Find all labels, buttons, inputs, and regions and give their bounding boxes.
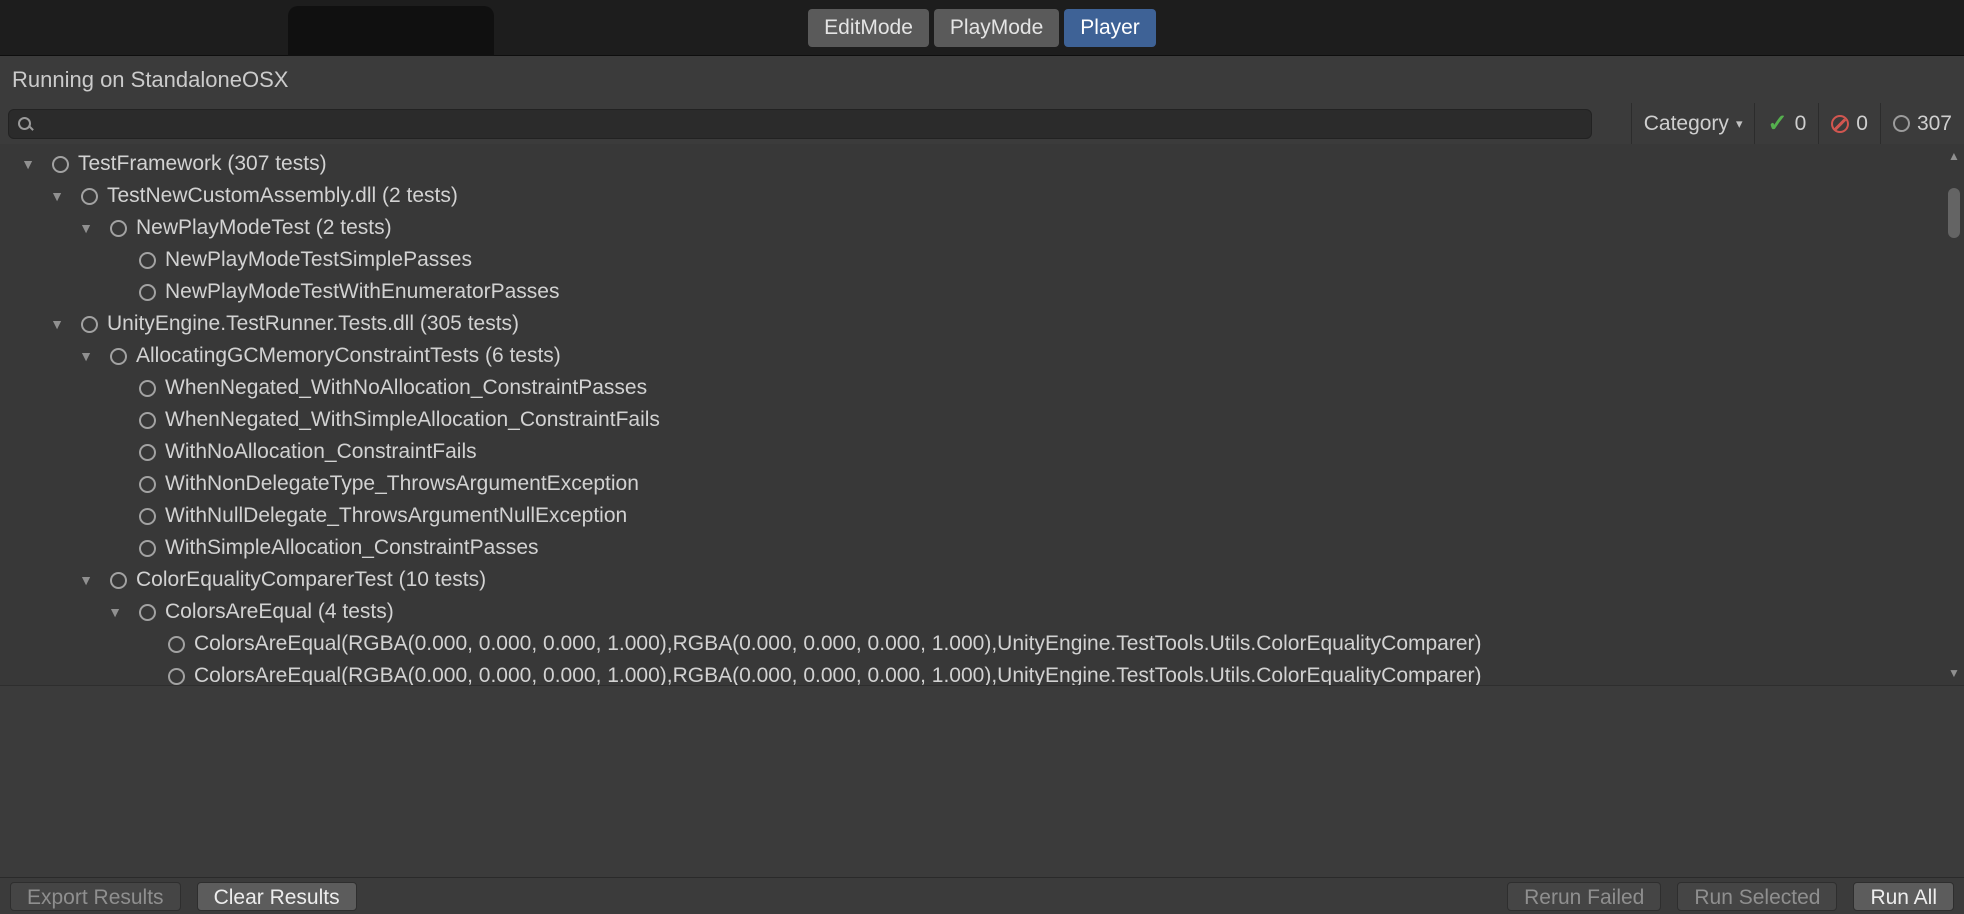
tree-row[interactable]: WhenNegated_WithSimpleAllocation_Constra…	[0, 404, 1964, 436]
tree-row[interactable]: ▼ ColorEqualityComparerTest (10 tests)	[0, 564, 1964, 596]
foldout-triangle-icon[interactable]: ▼	[41, 316, 73, 332]
mode-tab-player[interactable]: Player	[1064, 9, 1156, 47]
not-run-circle-icon	[1893, 115, 1910, 132]
test-status-not-run-icon	[139, 252, 156, 269]
test-tree: ▼ TestFramework (307 tests) ▼ TestNewCustom…	[0, 144, 1964, 685]
run-selected-button[interactable]: Run Selected	[1677, 882, 1837, 911]
tree-row-label: NewPlayModeTestWithEnumeratorPasses	[165, 280, 560, 304]
clear-results-button[interactable]: Clear Results	[197, 882, 357, 911]
foldout-triangle-icon[interactable]: ▼	[41, 188, 73, 204]
tree-row-label: TestNewCustomAssembly.dll (2 tests)	[107, 184, 458, 208]
tree-row-label: ColorsAreEqual (4 tests)	[165, 600, 394, 624]
foldout-triangle-icon[interactable]: ▼	[12, 156, 44, 172]
tree-row[interactable]: NewPlayModeTestWithEnumeratorPasses	[0, 276, 1964, 308]
test-status-not-run-icon	[110, 572, 127, 589]
tree-row-label: ColorsAreEqual(RGBA(0.000, 0.000, 0.000,…	[194, 664, 1482, 685]
status-text: Running on StandaloneOSX	[12, 67, 288, 93]
failed-count: 0	[1856, 112, 1868, 136]
tree-row[interactable]: ▼ TestFramework (307 tests)	[0, 148, 1964, 180]
tree-row-label: WithSimpleAllocation_ConstraintPasses	[165, 536, 539, 560]
filter-group: Category ▾ ✓ 0 0 307	[1631, 103, 1964, 144]
mode-tabs: EditModePlayModePlayer	[0, 9, 1964, 47]
tree-row-label: WithNoAllocation_ConstraintFails	[165, 440, 477, 464]
foldout-triangle-icon[interactable]: ▼	[70, 572, 102, 588]
search-input[interactable]	[35, 113, 1591, 136]
tree-row[interactable]: ColorsAreEqual(RGBA(0.000, 0.000, 0.000,…	[0, 660, 1964, 685]
test-status-not-run-icon	[139, 380, 156, 397]
test-status-not-run-icon	[52, 156, 69, 173]
test-status-not-run-icon	[81, 316, 98, 333]
foldout-triangle-icon[interactable]: ▼	[70, 348, 102, 364]
tree-row-label: NewPlayModeTest (2 tests)	[136, 216, 392, 240]
test-status-not-run-icon	[168, 668, 185, 685]
tree-row[interactable]: ▼ NewPlayModeTest (2 tests)	[0, 212, 1964, 244]
footer-right-buttons: Rerun Failed Run Selected Run All	[1507, 882, 1954, 911]
tree-row[interactable]: WithNonDelegateType_ThrowsArgumentExcept…	[0, 468, 1964, 500]
failed-filter-button[interactable]: 0	[1818, 103, 1880, 144]
status-row: Running on StandaloneOSX	[0, 57, 1964, 103]
tree-row[interactable]: WithNullDelegate_ThrowsArgumentNullExcep…	[0, 500, 1964, 532]
tree-rows: ▼ TestFramework (307 tests) ▼ TestNewCustom…	[0, 144, 1964, 685]
test-status-not-run-icon	[139, 508, 156, 525]
passed-check-icon: ✓	[1767, 112, 1787, 136]
scrollbar-thumb[interactable]	[1948, 188, 1960, 238]
tree-row[interactable]: WithSimpleAllocation_ConstraintPasses	[0, 532, 1964, 564]
tree-row-label: UnityEngine.TestRunner.Tests.dll (305 te…	[107, 312, 519, 336]
tree-row-label: WithNullDelegate_ThrowsArgumentNullExcep…	[165, 504, 627, 528]
export-results-button[interactable]: Export Results	[10, 882, 181, 911]
footer-bar: Export Results Clear Results Rerun Failed…	[0, 877, 1964, 914]
notrun-filter-button[interactable]: 307	[1880, 103, 1964, 144]
search-icon	[17, 115, 35, 133]
test-status-not-run-icon	[110, 348, 127, 365]
failed-icon	[1831, 115, 1849, 133]
run-all-button[interactable]: Run All	[1853, 882, 1954, 911]
category-dropdown[interactable]: Category ▾	[1631, 103, 1755, 144]
tree-row-label: TestFramework (307 tests)	[78, 152, 327, 176]
tree-row-label: ColorsAreEqual(RGBA(0.000, 0.000, 0.000,…	[194, 632, 1482, 656]
category-label: Category	[1644, 112, 1729, 136]
scroll-down-icon[interactable]: ▼	[1944, 663, 1964, 683]
tree-row[interactable]: ColorsAreEqual(RGBA(0.000, 0.000, 0.000,…	[0, 628, 1964, 660]
tree-row[interactable]: ▼ TestNewCustomAssembly.dll (2 tests)	[0, 180, 1964, 212]
test-status-not-run-icon	[110, 220, 127, 237]
vertical-scrollbar[interactable]: ▲ ▼	[1944, 144, 1964, 685]
test-status-not-run-icon	[139, 444, 156, 461]
search-field[interactable]	[8, 109, 1592, 139]
tree-row-label: NewPlayModeTestSimplePasses	[165, 248, 472, 272]
test-status-not-run-icon	[139, 412, 156, 429]
test-status-not-run-icon	[139, 604, 156, 621]
footer-left-buttons: Export Results Clear Results	[10, 882, 357, 911]
passed-count: 0	[1795, 112, 1807, 136]
detail-pane	[0, 685, 1964, 877]
foldout-triangle-icon[interactable]: ▼	[70, 220, 102, 236]
test-status-not-run-icon	[168, 636, 185, 653]
passed-filter-button[interactable]: ✓ 0	[1754, 103, 1818, 144]
tree-row[interactable]: ▼ ColorsAreEqual (4 tests)	[0, 596, 1964, 628]
tree-row-label: WhenNegated_WithSimpleAllocation_Constra…	[165, 408, 660, 432]
test-status-not-run-icon	[81, 188, 98, 205]
tree-row[interactable]: ▼ AllocatingGCMemoryConstraintTests (6 te…	[0, 340, 1964, 372]
rerun-failed-button[interactable]: Rerun Failed	[1507, 882, 1661, 911]
scroll-up-icon[interactable]: ▲	[1944, 146, 1964, 166]
mode-tab-editmode[interactable]: EditMode	[808, 9, 929, 47]
tree-row-label: AllocatingGCMemoryConstraintTests (6 tes…	[136, 344, 561, 368]
tree-row-label: WhenNegated_WithNoAllocation_ConstraintP…	[165, 376, 647, 400]
tree-row-label: WithNonDelegateType_ThrowsArgumentExcept…	[165, 472, 639, 496]
test-status-not-run-icon	[139, 476, 156, 493]
filter-toolbar: Category ▾ ✓ 0 0 307	[0, 103, 1964, 144]
not-run-count: 307	[1917, 112, 1952, 136]
tree-row[interactable]: WhenNegated_WithNoAllocation_ConstraintP…	[0, 372, 1964, 404]
tree-row[interactable]: NewPlayModeTestSimplePasses	[0, 244, 1964, 276]
tree-row-label: ColorEqualityComparerTest (10 tests)	[136, 568, 486, 592]
chevron-down-icon: ▾	[1736, 116, 1743, 132]
test-status-not-run-icon	[139, 540, 156, 557]
window-titlebar: EditModePlayModePlayer	[0, 0, 1964, 56]
test-status-not-run-icon	[139, 284, 156, 301]
tree-row[interactable]: ▼ UnityEngine.TestRunner.Tests.dll (305 t…	[0, 308, 1964, 340]
foldout-triangle-icon[interactable]: ▼	[99, 604, 131, 620]
mode-tab-playmode[interactable]: PlayMode	[934, 9, 1059, 47]
tree-row[interactable]: WithNoAllocation_ConstraintFails	[0, 436, 1964, 468]
